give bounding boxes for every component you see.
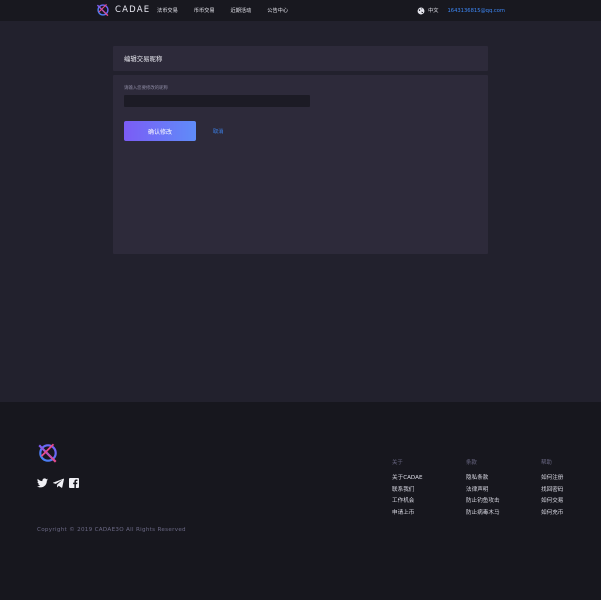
footer-link-anti-phishing[interactable]: 防止钓鱼攻击 [466, 498, 500, 504]
footer-logo[interactable] [37, 442, 59, 468]
nickname-label: 请输入您要修改的昵称 [124, 86, 168, 91]
nav-item-recent-events[interactable]: 近期活动 [231, 7, 252, 14]
footer-link-apply-listing[interactable]: 申请上币 [392, 510, 423, 516]
footer-link-how-register[interactable]: 如何注册 [541, 475, 563, 481]
footer-col-help: 帮助 如何注册 找回密码 如何交易 如何充币 [541, 458, 563, 521]
footer-link-legal[interactable]: 法律声明 [466, 487, 500, 493]
footer-col-title: 条款 [466, 460, 477, 466]
footer-col-title: 帮助 [541, 460, 552, 466]
page-title-bar: 编辑交易昵称 [113, 46, 488, 71]
footer-link-privacy[interactable]: 隐私条款 [466, 475, 500, 481]
footer: 关于 关于CADAE 联系我们 工作机会 申请上币 条款 隐私条款 法律声明 防… [0, 402, 601, 600]
footer-col-title: 关于 [392, 460, 403, 466]
footer-link-contact[interactable]: 联系我们 [392, 487, 423, 493]
nav-item-coin-trade[interactable]: 币币交易 [194, 7, 215, 14]
copyright: Copyright © 2019 CADAE3O All Rights Rese… [37, 527, 186, 533]
nickname-input[interactable] [124, 95, 310, 107]
user-email[interactable]: 1643136815@qq.com [447, 8, 505, 14]
nav-item-announcements[interactable]: 公告中心 [267, 7, 288, 14]
footer-col-terms: 条款 隐私条款 法律声明 防止钓鱼攻击 防止病毒木马 [466, 458, 500, 521]
cancel-link[interactable]: 取消 [213, 128, 223, 135]
main-nav: 法币交易 币币交易 近期活动 公告中心 [157, 0, 304, 21]
footer-link-recover-password[interactable]: 找回密码 [541, 487, 563, 493]
footer-link-jobs[interactable]: 工作机会 [392, 498, 423, 504]
header-right: 中文 1643136815@qq.com [417, 0, 505, 21]
brand-name: CADAE [115, 5, 151, 15]
top-header: CADAE 法币交易 币币交易 近期活动 公告中心 中文 1643136815@… [0, 0, 601, 21]
page-title: 编辑交易昵称 [124, 55, 163, 63]
nav-item-fiat-trade[interactable]: 法币交易 [157, 7, 178, 14]
social-links [37, 478, 84, 488]
footer-link-how-trade[interactable]: 如何交易 [541, 498, 563, 504]
telegram-icon[interactable] [53, 478, 64, 488]
footer-link-anti-virus[interactable]: 防止病毒木马 [466, 510, 500, 516]
footer-col-about: 关于 关于CADAE 联系我们 工作机会 申请上币 [392, 458, 423, 521]
twitter-icon[interactable] [37, 478, 48, 488]
cadae-logo-icon [96, 4, 109, 17]
confirm-button[interactable]: 确认修改 [124, 121, 196, 141]
language-switch[interactable]: 中文 [428, 7, 438, 14]
facebook-icon[interactable] [69, 478, 79, 488]
edit-nickname-form: 请输入您要修改的昵称 确认修改 取消 [113, 75, 488, 254]
footer-link-how-deposit[interactable]: 如何充币 [541, 510, 563, 516]
cadae-logo-icon [38, 443, 57, 463]
brand-logo[interactable]: CADAE [96, 3, 150, 17]
footer-link-about-cadae[interactable]: 关于CADAE [392, 475, 423, 481]
globe-icon[interactable] [417, 7, 425, 15]
